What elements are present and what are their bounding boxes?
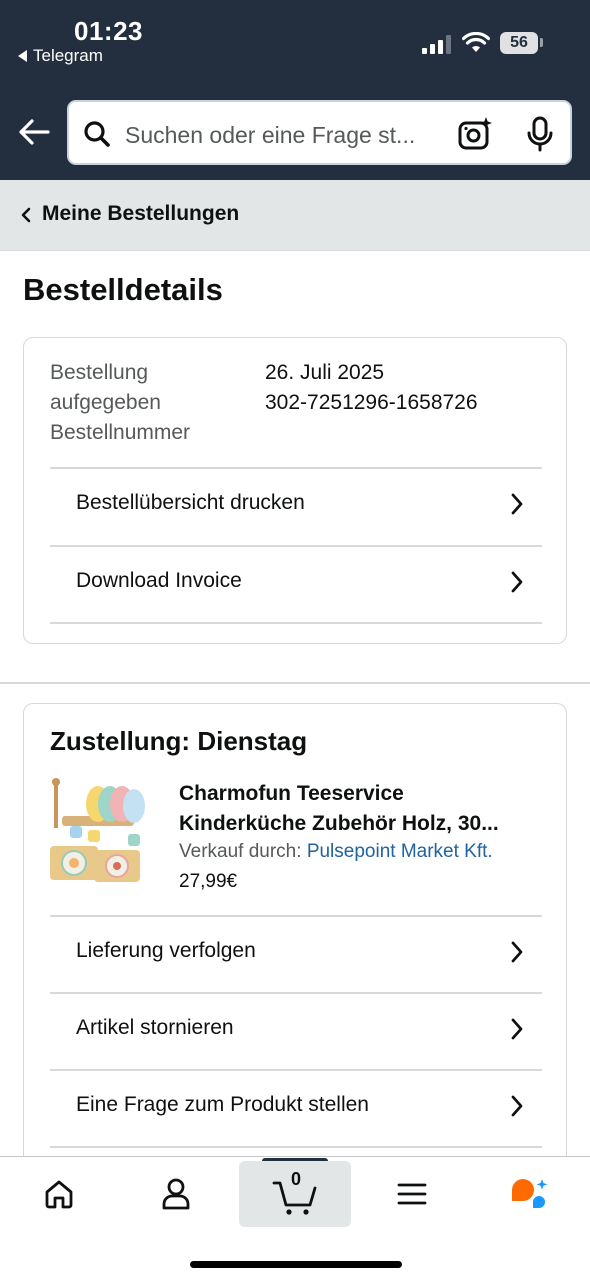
back-triangle-icon [18,50,27,62]
cellular-signal-icon [422,34,451,54]
cancel-item-label: Artikel stornieren [76,1016,234,1039]
order-info-values: 26. Juli 2025 302-7251296-1658726 [265,358,478,418]
cart-count-badge: 0 [290,1169,301,1189]
battery-indicator: 56 [500,32,538,54]
tab-cart[interactable]: 0 [239,1161,351,1227]
tab-home[interactable] [3,1161,115,1227]
seller-link[interactable]: Pulsepoint Market Kft. [307,841,493,862]
order-info-card: Bestellung aufgegeben Bestellnummer 26. … [23,337,567,644]
tab-account[interactable] [120,1161,232,1227]
chevron-left-icon [21,207,31,223]
search-placeholder: Suchen oder eine Frage st... [125,122,416,148]
chevron-right-icon [511,1018,523,1040]
product-price: 27,99€ [179,871,238,892]
wifi-icon [462,32,490,52]
cancel-item-row[interactable]: Artikel stornieren [24,992,568,1068]
download-invoice-label: Download Invoice [76,569,242,592]
sold-by-label: Verkauf durch: [179,841,302,862]
print-order-summary-label: Bestellübersicht drucken [76,491,305,514]
sold-by: Verkauf durch: Pulsepoint Market Kft. [179,841,493,863]
tab-assistant[interactable] [473,1161,585,1227]
order-number: 302-7251296-1658726 [265,391,478,414]
section-divider [0,682,590,684]
chevron-right-icon [511,941,523,963]
print-order-summary-row[interactable]: Bestellübersicht drucken [24,467,568,543]
home-icon [45,1180,73,1209]
track-package-label: Lieferung verfolgen [76,939,256,962]
battery-tip [540,38,543,47]
order-number-label: Bestellnummer [50,421,191,444]
order-placed-label-line2: aufgegeben [50,391,161,414]
order-info-labels: Bestellung aufgegeben Bestellnummer [50,358,230,448]
divider [50,622,542,624]
track-package-row[interactable]: Lieferung verfolgen [24,915,568,991]
back-arrow-icon[interactable] [16,114,52,150]
chevron-right-icon [511,493,523,515]
account-icon [162,1178,190,1210]
chevron-right-icon [511,1095,523,1117]
breadcrumb-label: Meine Bestellungen [42,202,240,225]
breadcrumb[interactable]: Meine Bestellungen [0,180,590,251]
camera-search-icon[interactable] [457,116,493,152]
microphone-icon[interactable] [525,116,555,152]
home-indicator [190,1261,402,1268]
rufus-assistant-icon [512,1179,548,1208]
app-header: 01:23 Telegram 56 Suchen oder eine Frage… [0,0,590,180]
status-time: 01:23 [74,16,143,46]
back-app-label: Telegram [33,46,103,65]
search-icon [84,121,110,147]
product-image[interactable] [48,776,158,886]
menu-icon [397,1183,427,1205]
back-to-telegram-link[interactable]: Telegram [18,46,103,66]
search-input[interactable]: Suchen oder eine Frage st... [67,100,572,165]
divider [50,1146,542,1148]
order-placed-label-line1: Bestellung [50,361,149,384]
product-title-line1[interactable]: Charmofun Teeservice [179,779,539,809]
ask-product-question-label: Eine Frage zum Produkt stellen [76,1093,369,1116]
product-title-line2[interactable]: Kinderküche Zubehör Holz, 30... [179,809,539,839]
ask-product-question-row[interactable]: Eine Frage zum Produkt stellen [24,1069,568,1145]
tab-menu[interactable] [356,1161,468,1227]
delivery-title: Zustellung: Dienstag [50,726,308,756]
download-invoice-row[interactable]: Download Invoice [24,545,568,621]
shipment-card: Zustellung: Dienstag Charmofun Teeservic… [23,703,567,1173]
order-placed-date: 26. Juli 2025 [265,361,385,384]
page-title: Bestelldetails [23,272,223,307]
chevron-right-icon [511,571,523,593]
